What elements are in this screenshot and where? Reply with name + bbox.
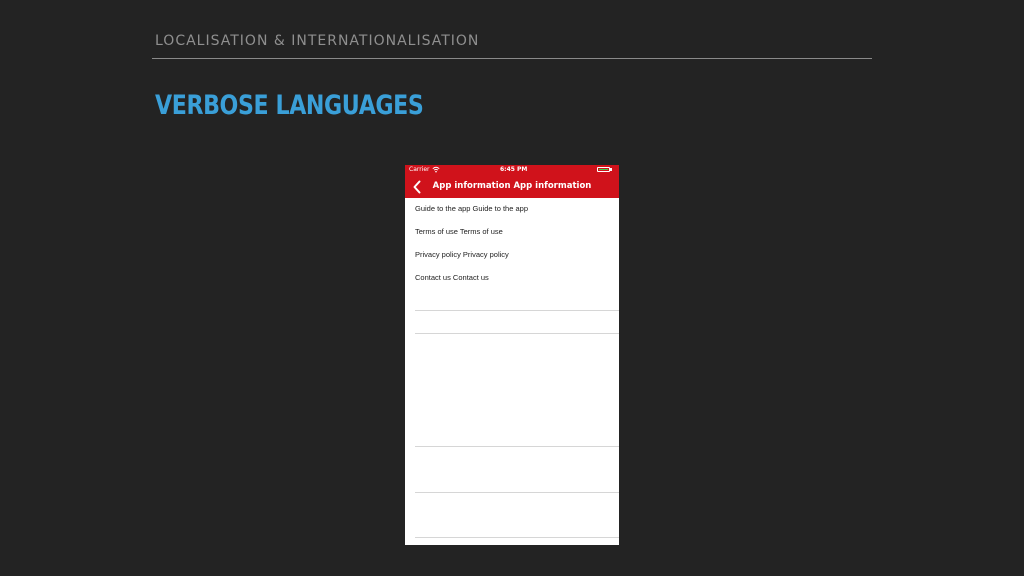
status-carrier: Carrier [409, 166, 430, 173]
list-separator [415, 310, 619, 311]
list-separator [415, 333, 619, 334]
battery-icon [597, 167, 610, 172]
battery-cap [610, 168, 612, 171]
navigation-bar: Carrier 6:45 PM App information App info… [405, 165, 619, 198]
menu-item-contact[interactable]: Contact us Contact us [415, 273, 489, 282]
nav-title: App information App information [432, 181, 592, 191]
slide-title: VERBOSE LANGUAGES [155, 90, 424, 121]
list-separator [415, 446, 619, 447]
wifi-icon [432, 166, 440, 173]
slide-header: LOCALISATION & INTERNATIONALISATION [155, 33, 480, 49]
menu-item-terms[interactable]: Terms of use Terms of use [415, 227, 503, 236]
status-time: 6:45 PM [500, 166, 528, 173]
list-separator [415, 492, 619, 493]
menu-item-privacy[interactable]: Privacy policy Privacy policy [415, 250, 509, 259]
header-divider [152, 58, 872, 59]
list-separator [415, 537, 619, 538]
phone-screenshot: Carrier 6:45 PM App information App info… [405, 165, 619, 545]
menu-item-guide[interactable]: Guide to the app Guide to the app [415, 204, 528, 213]
